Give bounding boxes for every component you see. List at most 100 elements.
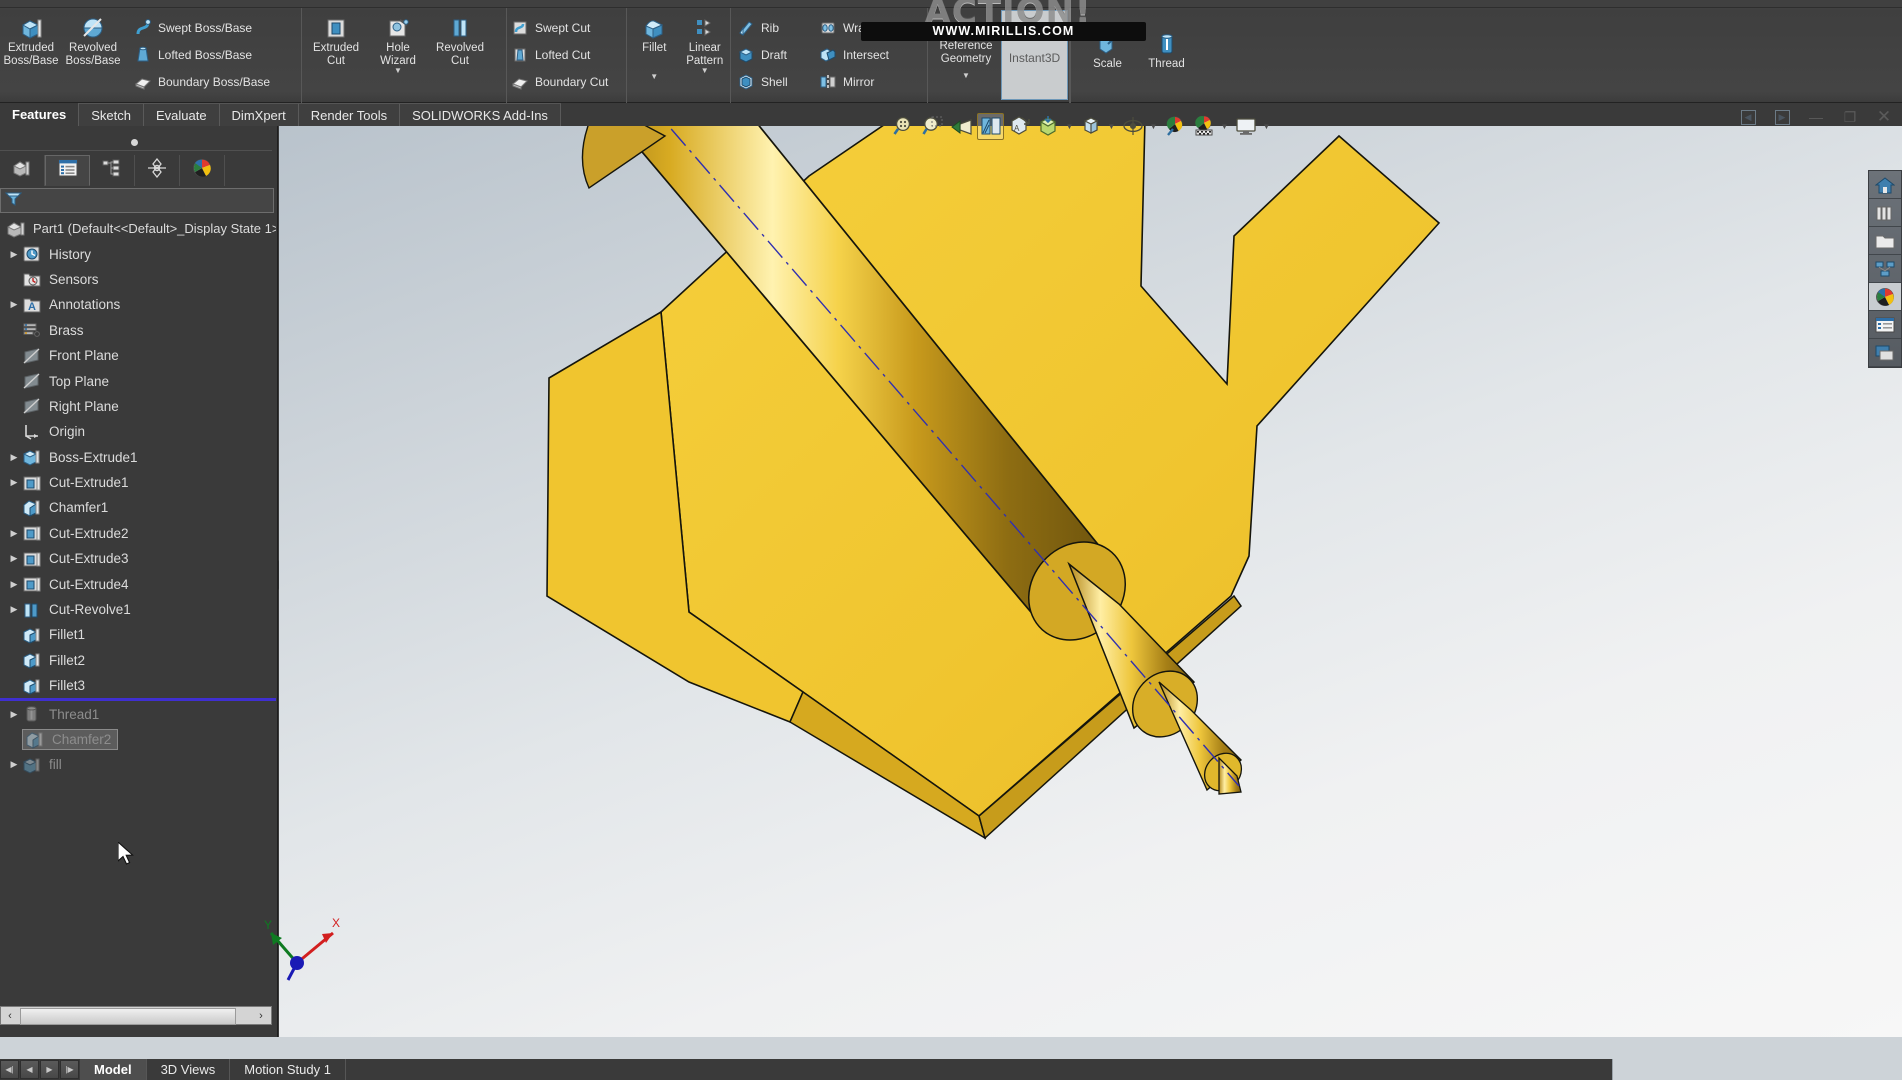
tree-item-fill[interactable]: ▶ fill	[0, 752, 276, 777]
apply-scene-chevron-down-icon[interactable]: ▼	[1219, 122, 1230, 131]
bottom-tab-model[interactable]: Model	[80, 1059, 147, 1080]
tree-item-sensors[interactable]: ▶ Sensors	[0, 267, 276, 292]
custom-properties-button[interactable]	[1869, 311, 1901, 339]
display-style-chevron-down-icon[interactable]: ▼	[1064, 122, 1075, 131]
scroll-right-button[interactable]: ›	[252, 1007, 270, 1024]
tree-item-cut-revolve1[interactable]: ▶ Cut-Revolve1	[0, 597, 276, 622]
scale-button[interactable]: Scale	[1078, 30, 1137, 71]
tab-evaluate[interactable]: Evaluate	[143, 103, 220, 126]
linear-pattern-button[interactable]: Linear Pattern ▼	[680, 14, 731, 75]
tree-expand-arrow-icon[interactable]: ▶	[6, 452, 22, 463]
panel-tab-property-manager[interactable]	[45, 155, 90, 186]
extruded-cut-button[interactable]: Extruded Cut	[305, 14, 367, 67]
lofted-cut-button[interactable]: Lofted Cut	[507, 41, 608, 68]
bottom-tab-3d-views[interactable]: 3D Views	[147, 1059, 231, 1080]
tab-sketch[interactable]: Sketch	[79, 103, 144, 126]
view-palette-button[interactable]	[1869, 255, 1901, 283]
boundary-cut-button[interactable]: Boundary Cut	[507, 68, 608, 95]
scroll-left-button[interactable]: ‹	[1, 1007, 19, 1024]
nav-prev-button[interactable]: ◀	[20, 1060, 39, 1079]
previous-view-button[interactable]	[948, 113, 975, 140]
nav-last-button[interactable]: |▶	[60, 1060, 79, 1079]
tree-item-boss-extrude1[interactable]: ▶ Boss-Extrude1	[0, 445, 276, 470]
zoom-to-fit-button[interactable]	[890, 113, 917, 140]
tree-item-cut-extrude4[interactable]: ▶ Cut-Extrude4	[0, 571, 276, 596]
feature-filter-bar[interactable]	[0, 188, 274, 213]
lofted-boss-base-button[interactable]: Lofted Boss/Base	[130, 41, 270, 68]
panel-tab-configuration-manager[interactable]	[90, 155, 135, 186]
hide-show-chevron-down-icon[interactable]: ▼	[1148, 122, 1159, 131]
minimize-icon[interactable]: —	[1806, 108, 1826, 126]
linear-pattern-chevron-down-icon[interactable]: ▼	[681, 67, 730, 75]
intersect-button[interactable]: Intersect	[815, 41, 889, 68]
hole-wizard-chevron-down-icon[interactable]: ▼	[368, 67, 428, 75]
boundary-boss-base-button[interactable]: Boundary Boss/Base	[130, 68, 270, 95]
tree-item-cut-extrude2[interactable]: ▶ Cut-Extrude2	[0, 521, 276, 546]
tree-item-history[interactable]: ▶ History	[0, 241, 276, 266]
close-icon[interactable]: ✕	[1874, 107, 1894, 126]
brass-bolt-model[interactable]	[279, 126, 1902, 1037]
fillet-chevron-down-icon[interactable]: ▼	[630, 72, 679, 81]
nav-next-button[interactable]: ▶	[40, 1060, 59, 1079]
hide-show-items-button[interactable]	[1119, 113, 1146, 140]
fillet-button[interactable]: Fillet ▼	[629, 14, 680, 81]
hole-wizard-button[interactable]: Hole Wizard ▼	[367, 14, 429, 75]
restore-doc-left-icon[interactable]: ◀	[1738, 108, 1758, 126]
mirror-button[interactable]: Mirror	[815, 68, 889, 95]
edit-appearance-button[interactable]	[1161, 113, 1188, 140]
tree-expand-arrow-icon[interactable]: ▶	[6, 477, 22, 488]
view-settings-chevron-down-icon[interactable]: ▼	[1261, 122, 1272, 131]
tab-dimxpert[interactable]: DimXpert	[219, 103, 299, 126]
tree-item-top-plane[interactable]: ▶ Top Plane	[0, 368, 276, 393]
design-library-button[interactable]	[1869, 199, 1901, 227]
tree-expand-arrow-icon[interactable]: ▶	[6, 709, 22, 720]
tree-item-cut-extrude1[interactable]: ▶ Cut-Extrude1	[0, 470, 276, 495]
tree-item-fillet2[interactable]: ▶ Fillet2	[0, 648, 276, 673]
revolved-cut-button[interactable]: Revolved Cut	[429, 14, 491, 67]
revolved-boss-base-button[interactable]: Revolved Boss/Base	[62, 14, 124, 67]
reference-geometry-chevron-down-icon[interactable]: ▼	[931, 72, 1001, 80]
render-tools-pane-button[interactable]	[1869, 339, 1901, 367]
swept-cut-button[interactable]: Swept Cut	[507, 14, 608, 41]
panel-tab-appearances-manager[interactable]	[180, 155, 225, 186]
thread-button[interactable]: Thread	[1137, 30, 1196, 71]
tree-item-chamfer2[interactable]: ▶ Chamfer2	[0, 727, 276, 752]
file-explorer-button[interactable]	[1869, 227, 1901, 255]
tree-item-front-plane[interactable]: ▶ Front Plane	[0, 343, 276, 368]
panel-pin-dot-icon[interactable]	[131, 139, 138, 146]
bottom-tab-motion-study[interactable]: Motion Study 1	[230, 1059, 346, 1080]
solidworks-resources-button[interactable]	[1869, 171, 1901, 199]
section-view-button[interactable]	[977, 112, 1004, 140]
extruded-boss-base-button[interactable]: Extruded Boss/Base	[0, 14, 62, 67]
tree-item-origin[interactable]: ▶ Origin	[0, 419, 276, 444]
tab-features[interactable]: Features	[0, 103, 80, 126]
panel-tab-display-manager[interactable]	[135, 155, 180, 186]
restore-icon[interactable]: ❐	[1840, 108, 1860, 126]
panel-tab-feature-tree[interactable]	[0, 155, 45, 186]
tree-expand-arrow-icon[interactable]: ▶	[6, 528, 22, 539]
scroll-thumb[interactable]	[20, 1008, 236, 1025]
display-style-button[interactable]	[1035, 113, 1062, 140]
view-orientation-button[interactable]: A	[1006, 113, 1033, 140]
tree-item-fillet1[interactable]: ▶ Fillet1	[0, 622, 276, 647]
tree-item-chamfer1[interactable]: ▶ Chamfer1	[0, 495, 276, 520]
tab-solidworks-addins[interactable]: SOLIDWORKS Add-Ins	[400, 103, 561, 126]
tree-expand-arrow-icon[interactable]: ▶	[6, 249, 22, 260]
tree-item-annotations[interactable]: ▶ A Annotations	[0, 292, 276, 317]
view-setting-chevron-down-icon[interactable]: ▼	[1106, 122, 1117, 131]
instant3d-toggle[interactable]: Instant3D	[1001, 10, 1068, 100]
graphics-viewport[interactable]: A ▼ ▼ ▼ ▼ ▼ ◀ ▶ — ❐ ✕ X Y	[264, 107, 1902, 1037]
tree-item-thread1[interactable]: ▶ Thread1	[0, 701, 276, 726]
tree-item-cut-extrude3[interactable]: ▶ Cut-Extrude3	[0, 546, 276, 571]
swept-boss-base-button[interactable]: Swept Boss/Base	[130, 14, 270, 41]
nav-first-button[interactable]: ◀|	[0, 1060, 19, 1079]
tree-root-item[interactable]: Part1 (Default<<Default>_Display State 1…	[0, 216, 276, 241]
wrap-button[interactable]: Wrap	[815, 14, 889, 41]
tab-render-tools[interactable]: Render Tools	[298, 103, 401, 126]
tree-expand-arrow-icon[interactable]: ▶	[6, 299, 22, 310]
restore-doc-right-icon[interactable]: ▶	[1772, 108, 1792, 126]
panel-horizontal-scrollbar[interactable]: ‹ ›	[0, 1006, 272, 1025]
zoom-to-area-button[interactable]	[919, 113, 946, 140]
shell-button[interactable]: Shell	[733, 68, 788, 95]
feature-filter-input[interactable]	[28, 193, 273, 208]
